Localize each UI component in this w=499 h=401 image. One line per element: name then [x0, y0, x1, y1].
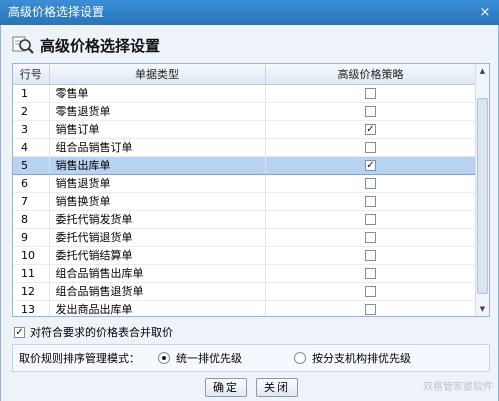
radio-unified-label: 统一排优先级	[176, 352, 242, 365]
radio-branch-priority[interactable]: 按分支机构排优先级	[294, 350, 411, 366]
document-type-cell[interactable]: 销售出库单	[49, 155, 266, 175]
watermark: 双格管家婆软件	[423, 382, 493, 393]
price-strategy-checkbox[interactable]: ✓	[365, 160, 376, 171]
price-strategy-cell	[265, 138, 477, 157]
price-strategy-checkbox[interactable]	[365, 250, 376, 261]
row-number-cell: 9	[13, 228, 50, 247]
table-row[interactable]: 6 销售退货单	[13, 174, 477, 193]
price-strategy-checkbox[interactable]	[365, 88, 376, 99]
radio-branch-label: 按分支机构排优先级	[312, 352, 411, 365]
document-type-cell[interactable]: 组合品销售订单	[49, 138, 266, 157]
window-titlebar: 高级价格选择设置 ×	[0, 0, 499, 25]
table-row[interactable]: 13 发出商品出库单	[13, 300, 477, 316]
dialog-header: 高级价格选择设置	[12, 33, 160, 57]
row-number-cell: 13	[13, 300, 50, 316]
price-strategy-cell	[265, 192, 477, 211]
row-number-cell: 5	[13, 155, 50, 175]
sort-mode-group: 取价规则排序管理模式： 统一排优先级 按分支机构排优先级	[12, 344, 490, 372]
table-row[interactable]: 9 委托代销退货单	[13, 228, 477, 247]
document-type-cell[interactable]: 零售单	[49, 84, 266, 103]
table-row[interactable]: 8 委托代销发货单	[13, 210, 477, 229]
table-row[interactable]: 10 委托代销结算单	[13, 246, 477, 265]
document-type-cell[interactable]: 委托代销发货单	[49, 210, 266, 229]
merge-price-option[interactable]: ✓ 对符合要求的价格表合并取价	[14, 324, 173, 340]
table-row[interactable]: 3 销售订单 ✓	[13, 120, 477, 139]
merge-price-checkbox[interactable]: ✓	[14, 326, 25, 338]
document-type-cell[interactable]: 委托代销结算单	[49, 246, 266, 265]
column-header-document-type[interactable]: 单据类型	[49, 64, 266, 85]
sort-mode-label: 取价规则排序管理模式：	[19, 352, 140, 365]
grid-header-row: 行号 单据类型 高级价格策略	[13, 64, 477, 85]
document-type-cell[interactable]: 零售退货单	[49, 102, 266, 121]
close-window-icon[interactable]: ×	[477, 5, 493, 20]
scrollbar-thumb[interactable]	[477, 98, 488, 294]
price-strategy-cell	[265, 246, 477, 265]
price-strategy-cell	[265, 84, 477, 103]
price-strategy-checkbox[interactable]	[365, 178, 376, 189]
price-strategy-cell	[265, 228, 477, 247]
scroll-down-icon[interactable]: ▼	[476, 302, 489, 316]
table-row[interactable]: 12 组合品销售退货单	[13, 282, 477, 301]
scroll-up-icon[interactable]: ▲	[476, 64, 489, 78]
row-number-cell: 6	[13, 174, 50, 193]
table-row[interactable]: 7 销售换货单	[13, 192, 477, 211]
price-strategy-cell	[265, 264, 477, 283]
price-strategy-cell	[265, 210, 477, 229]
price-strategy-cell	[265, 102, 477, 121]
table-row[interactable]: 11 组合品销售出库单	[13, 264, 477, 283]
price-strategy-cell: ✓	[265, 155, 477, 175]
radio-unified-priority[interactable]: 统一排优先级	[158, 350, 242, 366]
document-type-cell[interactable]: 销售订单	[49, 120, 266, 139]
row-number-cell: 8	[13, 210, 50, 229]
price-strategy-cell	[265, 282, 477, 301]
price-strategy-cell: ✓	[265, 120, 477, 139]
price-strategy-checkbox[interactable]	[365, 232, 376, 243]
close-button[interactable]: 关闭	[256, 378, 298, 397]
price-strategy-cell	[265, 174, 477, 193]
price-strategy-cell	[265, 300, 477, 316]
radio-dot-branch[interactable]	[294, 352, 306, 364]
price-strategy-checkbox[interactable]	[365, 304, 376, 315]
row-number-cell: 1	[13, 84, 50, 103]
price-strategy-checkbox[interactable]	[365, 268, 376, 279]
price-strategy-checkbox[interactable]	[365, 106, 376, 117]
document-type-grid: 行号 单据类型 高级价格策略 1 零售单 2 零售退货单 3 销售订单 ✓ 4 组合品销售订单 5…	[12, 63, 490, 317]
table-row[interactable]: 1 零售单	[13, 84, 477, 103]
table-row[interactable]: 5 销售出库单 ✓	[13, 155, 477, 175]
table-row[interactable]: 2 零售退货单	[13, 102, 477, 121]
ok-button[interactable]: 确定	[205, 378, 247, 397]
document-type-cell[interactable]: 组合品销售退货单	[49, 282, 266, 301]
row-number-cell: 4	[13, 138, 50, 157]
column-header-row-number[interactable]: 行号	[13, 64, 50, 85]
page-title: 高级价格选择设置	[40, 36, 161, 55]
radio-dot-unified[interactable]	[158, 352, 170, 364]
document-type-cell[interactable]: 组合品销售出库单	[49, 264, 266, 283]
document-type-cell[interactable]: 销售换货单	[49, 192, 266, 211]
row-number-cell: 12	[13, 282, 50, 301]
price-strategy-checkbox[interactable]	[365, 142, 376, 153]
price-strategy-checkbox[interactable]	[365, 214, 376, 225]
grid-vertical-scrollbar[interactable]: ▲ ▼	[475, 64, 489, 316]
merge-price-label: 对符合要求的价格表合并取价	[30, 326, 173, 339]
column-header-price-strategy[interactable]: 高级价格策略	[265, 64, 477, 85]
price-strategy-checkbox[interactable]: ✓	[365, 124, 376, 135]
search-settings-icon	[12, 36, 34, 54]
row-number-cell: 3	[13, 120, 50, 139]
row-number-cell: 10	[13, 246, 50, 265]
document-type-cell[interactable]: 委托代销退货单	[49, 228, 266, 247]
document-type-cell[interactable]: 销售退货单	[49, 174, 266, 193]
document-type-cell[interactable]: 发出商品出库单	[49, 300, 266, 316]
price-strategy-checkbox[interactable]	[365, 196, 376, 207]
price-strategy-checkbox[interactable]	[365, 286, 376, 297]
window-title: 高级价格选择设置	[8, 5, 105, 19]
table-row[interactable]: 4 组合品销售订单	[13, 138, 477, 157]
row-number-cell: 2	[13, 102, 50, 121]
row-number-cell: 11	[13, 264, 50, 283]
row-number-cell: 7	[13, 192, 50, 211]
